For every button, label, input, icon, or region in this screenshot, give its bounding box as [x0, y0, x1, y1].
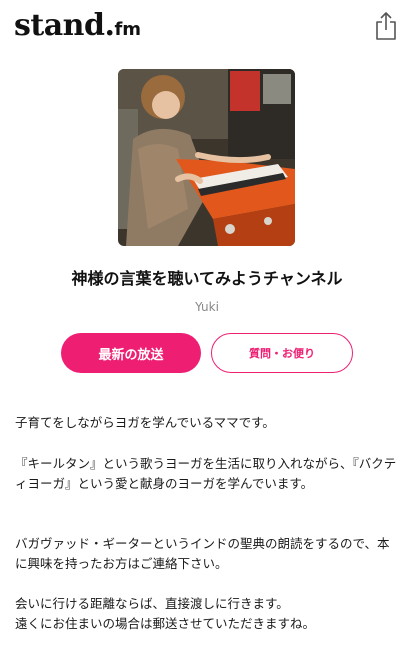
- description-paragraph: 子育てをしながらヨガを学んでいるママです。: [15, 415, 275, 430]
- header: stand.fm: [0, 0, 414, 52]
- stand-fm-logo[interactable]: stand.fm: [14, 6, 141, 50]
- logo-fm: fm: [114, 19, 142, 40]
- description-paragraph: 遠くにお住まいの場合は郵送させていただきますね。: [15, 616, 316, 631]
- share-icon[interactable]: [372, 10, 400, 42]
- logo-main: stand: [14, 8, 105, 43]
- description-paragraph: バガヴァッド・ギーターというインドの聖典の朗読をするので、本に興味を持ったお方は…: [15, 536, 390, 571]
- channel-author[interactable]: Yuki: [0, 297, 414, 317]
- description-paragraph: 『キールタン』という歌うヨーガを生活に取り入れながら、『バクティヨーガ』という愛…: [15, 456, 397, 491]
- latest-broadcast-button[interactable]: 最新の放送: [61, 333, 201, 373]
- questions-letters-button[interactable]: 質問・お便り: [211, 333, 353, 373]
- logo-dot: .: [104, 8, 115, 43]
- channel-title: 神様の言葉を聴いてみようチャンネル: [71, 269, 343, 288]
- channel-cover-image: [118, 69, 295, 246]
- description-paragraph: 会いに行ける距離ならば、直接渡しに行きます。: [15, 596, 289, 611]
